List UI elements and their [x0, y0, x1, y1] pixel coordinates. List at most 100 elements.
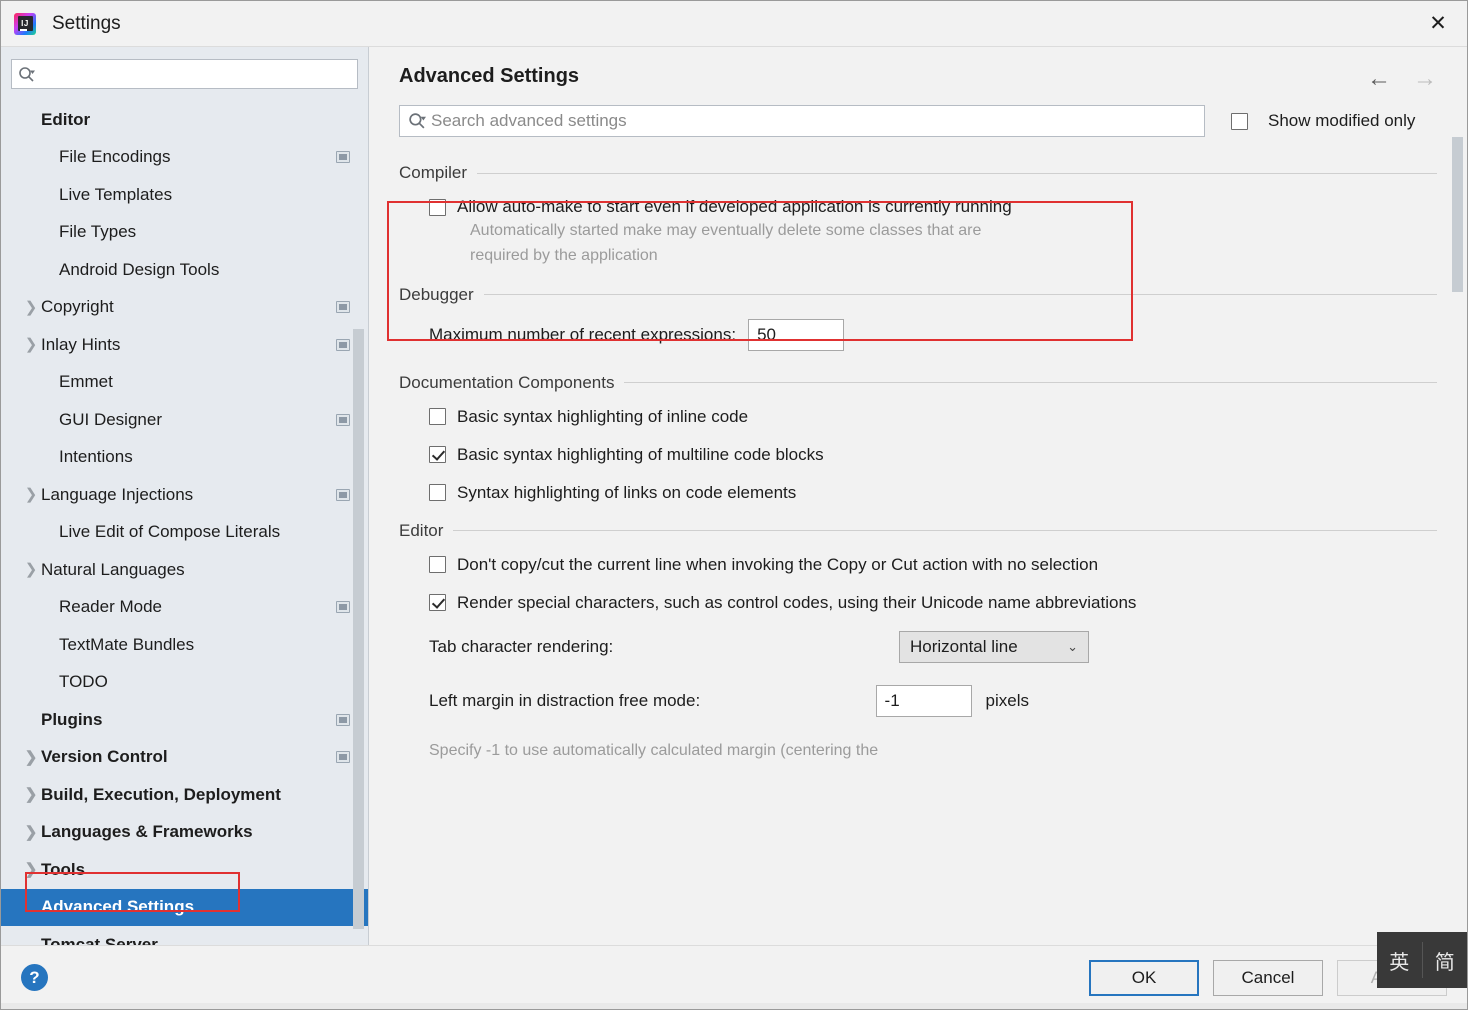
settings-tree[interactable]: ❯Editor❯File Encodings❯Live Templates❯Fi… — [1, 99, 368, 945]
sidebar-item-tomcat-server[interactable]: ❯Tomcat Server — [1, 926, 368, 945]
text-field-row: Left margin in distraction free mode: -1 p… — [399, 684, 1029, 717]
sidebar-item-file-encodings[interactable]: ❯File Encodings — [1, 139, 368, 177]
checkbox-unchecked-icon[interactable] — [429, 484, 446, 502]
cancel-button[interactable]: Cancel — [1213, 959, 1323, 996]
field-suffix: pixels — [985, 690, 1029, 710]
checkbox-row[interactable]: Allow auto-make to start even if develop… — [399, 197, 1437, 217]
tab-character-rendering-select[interactable]: Horizontal line ⌄ — [899, 630, 1089, 663]
chevron-right-icon[interactable]: ❯ — [23, 337, 39, 352]
option-hint: Automatically started make may eventuall… — [470, 222, 982, 264]
section-divider — [477, 172, 1437, 174]
sidebar-item-natural-languages[interactable]: ❯ Natural Languages — [1, 551, 368, 589]
sidebar-item-label: Editor — [41, 109, 91, 129]
checkbox-label: Syntax highlighting of links on code ele… — [457, 482, 797, 502]
help-button[interactable]: ? — [21, 964, 48, 991]
sidebar-item-editor[interactable]: ❯Editor — [1, 101, 368, 139]
sidebar-item-emmet[interactable]: ❯Emmet — [1, 364, 368, 402]
checkbox-checked-icon[interactable] — [429, 594, 446, 612]
section-trailing-hint: Specify -1 to use automatically calculat… — [429, 741, 879, 759]
advanced-search-input[interactable] — [431, 106, 1196, 136]
checkbox-unchecked-icon[interactable] — [429, 556, 446, 574]
dialog-body: ❯Editor❯File Encodings❯Live Templates❯Fi… — [1, 47, 1467, 945]
section-editor: Editor Don't copy/cut the current line wh… — [399, 521, 1437, 764]
sidebar-item-todo[interactable]: ❯TODO — [1, 664, 368, 702]
sidebar-search-box[interactable] — [11, 59, 358, 89]
combo-row: Tab character rendering: Horizontal line ⌄ — [399, 630, 1089, 663]
sidebar-item-plugins[interactable]: ❯Plugins — [1, 701, 368, 739]
field-label: Maximum number of recent expressions: — [429, 324, 737, 344]
sidebar-search-input[interactable] — [39, 60, 351, 88]
sidebar-item-live-edit-of-compose-literals[interactable]: ❯Live Edit of Compose Literals — [1, 514, 368, 552]
section-divider — [453, 530, 1437, 532]
ime-language-key[interactable]: 英 — [1377, 946, 1422, 975]
chevron-right-icon[interactable]: ❯ — [23, 300, 39, 315]
sidebar-item-label: Reader Mode — [59, 597, 163, 617]
sidebar-item-language-injections[interactable]: ❯ Language Injections — [1, 476, 368, 514]
sidebar-item-label: Inlay Hints — [41, 334, 121, 354]
sidebar-item-label: Languages & Frameworks — [41, 822, 253, 842]
sidebar-item-label: Tools — [41, 859, 86, 879]
sidebar-scrollbar-thumb[interactable] — [353, 329, 364, 929]
section-title: Documentation Components — [399, 372, 615, 392]
sidebar-item-label: Advanced Settings — [41, 897, 195, 917]
sidebar-item-tools[interactable]: ❯ Tools — [1, 851, 368, 889]
chevron-right-icon[interactable]: ❯ — [23, 787, 39, 802]
sidebar-item-languages-frameworks[interactable]: ❯ Languages & Frameworks — [1, 814, 368, 852]
settings-content: Compiler Allow auto-make to start even if… — [399, 137, 1437, 763]
ime-shape-key[interactable]: 简 — [1423, 946, 1468, 975]
sidebar-item-label: Build, Execution, Deployment — [41, 784, 281, 804]
checkbox-label: Basic syntax highlighting of inline code — [457, 406, 749, 426]
sidebar-item-reader-mode[interactable]: ❯Reader Mode — [1, 589, 368, 627]
content-scrollbar-thumb[interactable] — [1452, 137, 1463, 292]
sidebar-item-label: GUI Designer — [59, 409, 162, 429]
text-input[interactable]: -1 — [875, 684, 972, 717]
sidebar-item-file-types[interactable]: ❯File Types — [1, 214, 368, 252]
text-input[interactable]: 50 — [748, 318, 845, 351]
combo-value: Horizontal line — [910, 636, 1018, 656]
show-modified-only-checkbox[interactable]: Show modified only — [1231, 111, 1415, 131]
sidebar-item-android-design-tools[interactable]: ❯Android Design Tools — [1, 251, 368, 289]
chevron-right-icon[interactable]: ❯ — [23, 487, 39, 502]
checkbox-row[interactable]: Basic syntax highlighting of inline code — [399, 407, 1437, 427]
section-title: Compiler — [399, 163, 468, 182]
intellij-logo-icon: IJ — [14, 12, 36, 35]
ok-button[interactable]: OK — [1089, 959, 1199, 996]
chevron-right-icon[interactable]: ❯ — [23, 750, 39, 765]
ime-overlay[interactable]: 英 简 — [1377, 932, 1467, 988]
checkbox-row[interactable]: Render special characters, such as contr… — [399, 593, 1437, 613]
forward-arrow-icon[interactable]: → — [1413, 67, 1437, 91]
sidebar-item-build-execution-deployment[interactable]: ❯ Build, Execution, Deployment — [1, 776, 368, 814]
page-title: Advanced Settings — [399, 65, 580, 87]
checkbox-unchecked-icon[interactable] — [429, 408, 446, 426]
chevron-right-icon[interactable]: ❯ — [23, 825, 39, 840]
chevron-right-icon[interactable]: ❯ — [23, 862, 39, 877]
advanced-search-box[interactable] — [399, 105, 1205, 137]
sidebar-item-version-control[interactable]: ❯ Version Control — [1, 739, 368, 777]
chevron-right-icon[interactable]: ❯ — [23, 562, 39, 577]
sidebar-item-textmate-bundles[interactable]: ❯TextMate Bundles — [1, 626, 368, 664]
sidebar-item-live-templates[interactable]: ❯Live Templates — [1, 176, 368, 214]
section-debugger: Debugger Maximum number of recent express… — [399, 285, 1437, 351]
sidebar-item-label: Live Edit of Compose Literals — [59, 522, 281, 542]
close-icon[interactable]: ✕ — [1409, 1, 1467, 46]
checkbox-row[interactable]: Don't copy/cut the current line when inv… — [399, 555, 1437, 575]
sidebar-item-gui-designer[interactable]: ❯GUI Designer — [1, 401, 368, 439]
advanced-search-row: Show modified only — [369, 91, 1467, 137]
checkbox-unchecked-icon[interactable] — [429, 198, 446, 216]
scope-indicator-icon — [336, 751, 350, 764]
checkbox-label: Don't copy/cut the current line when inv… — [457, 554, 1099, 574]
checkbox-row[interactable]: Syntax highlighting of links on code ele… — [399, 483, 1437, 503]
sidebar-item-inlay-hints[interactable]: ❯ Inlay Hints — [1, 326, 368, 364]
scope-indicator-icon — [336, 301, 350, 314]
section-divider — [624, 382, 1437, 384]
sidebar-item-label: Natural Languages — [41, 559, 185, 579]
back-arrow-icon[interactable]: ← — [1367, 67, 1391, 91]
sidebar-item-advanced-settings[interactable]: ❯Advanced Settings — [1, 888, 368, 926]
checkbox-checked-icon[interactable] — [429, 446, 446, 464]
checkbox-label: Render special characters, such as contr… — [457, 592, 1137, 612]
footer-strip — [1, 1003, 1467, 1009]
sidebar-item-copyright[interactable]: ❯ Copyright — [1, 289, 368, 327]
field-label: Left margin in distraction free mode: — [429, 690, 701, 710]
checkbox-row[interactable]: Basic syntax highlighting of multiline c… — [399, 445, 1437, 465]
sidebar-item-intentions[interactable]: ❯Intentions — [1, 439, 368, 477]
